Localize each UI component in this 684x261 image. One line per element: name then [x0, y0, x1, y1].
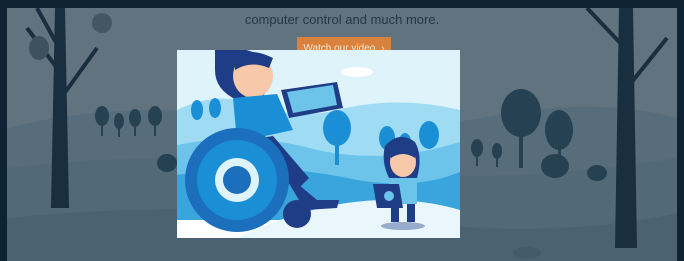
hero-tagline: computer control and much more. — [244, 12, 440, 27]
video-illustration — [177, 50, 460, 238]
browser-frame: computer control and much more. Watch ou… — [0, 0, 684, 261]
video-player-modal[interactable] — [177, 50, 460, 238]
page-background: computer control and much more. Watch ou… — [7, 8, 677, 261]
